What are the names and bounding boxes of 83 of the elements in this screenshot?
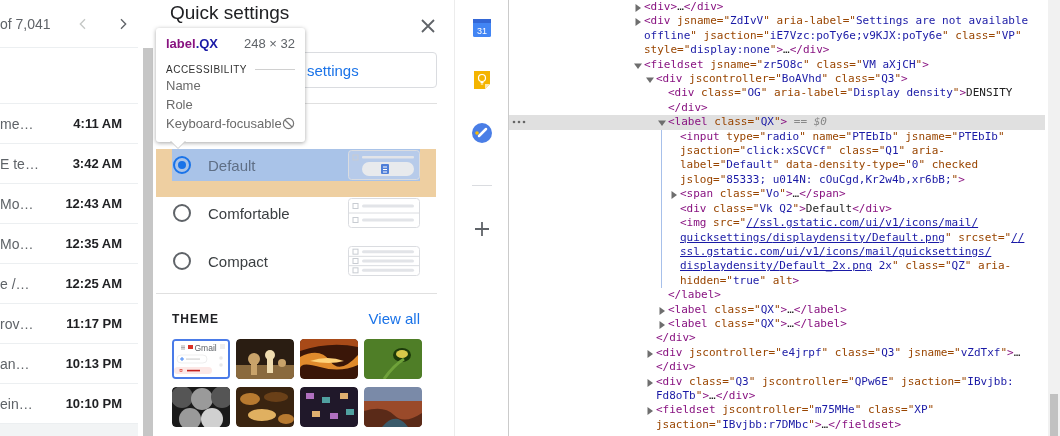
collapsed-triangle-icon[interactable] bbox=[646, 349, 654, 358]
code-line: <fieldset jscontroller="m75MHe" class="XP" jsaction="IBvjbb:r7DMbc">…</fieldset> bbox=[656, 403, 936, 433]
expanded-triangle-icon[interactable] bbox=[646, 76, 654, 85]
radio-button[interactable] bbox=[173, 252, 191, 270]
code-line: <label class="QX">…</label> bbox=[668, 316, 848, 332]
collapsed-triangle-icon[interactable] bbox=[634, 4, 642, 12]
tasks-icon[interactable] bbox=[471, 123, 492, 143]
email-row[interactable]: me… 4:11 AM bbox=[0, 104, 138, 144]
element-size: 248 × 32 bbox=[244, 35, 295, 51]
email-row[interactable]: Mo… 12:43 AM bbox=[0, 184, 138, 224]
email-row[interactable]: E te… 3:42 AM bbox=[0, 144, 138, 184]
not-allowed-icon bbox=[281, 117, 295, 130]
collapsed-triangle-icon[interactable] bbox=[670, 191, 678, 200]
email-snippet: me… bbox=[0, 115, 34, 132]
email-time: 10:10 PM bbox=[65, 396, 122, 411]
property-label: Keyboard-focusable bbox=[166, 115, 282, 133]
density-option[interactable]: Compact bbox=[172, 245, 420, 277]
code-line: <div>…</div> bbox=[644, 0, 725, 15]
add-button[interactable] bbox=[474, 222, 489, 236]
collapsed-triangle-icon[interactable] bbox=[646, 378, 654, 387]
collapsed-triangle-icon[interactable] bbox=[658, 320, 666, 329]
collapsed-triangle-icon[interactable] bbox=[658, 306, 666, 315]
close-button[interactable] bbox=[420, 18, 436, 34]
page-count: of 7,041 bbox=[0, 15, 51, 32]
close-icon bbox=[420, 18, 436, 34]
email-snippet: ein… bbox=[0, 395, 33, 412]
density-label: Comfortable bbox=[208, 204, 290, 222]
email-snippet: an… bbox=[0, 355, 30, 372]
code-line: <div jsname="ZdIvV" aria-label="Settings are not available offline" jsaction="iE7Vzc:poTy6e;v9KJX:poTy6e" class="VP" style="display:none">…</div> bbox=[644, 14, 1030, 58]
code-line: </div> bbox=[656, 331, 697, 346]
density-label: Compact bbox=[208, 252, 269, 270]
density-preview-icon bbox=[348, 198, 420, 228]
calendar-icon[interactable]: 31 bbox=[472, 19, 491, 37]
radio-button[interactable] bbox=[173, 204, 191, 222]
code-line: <span class="Vo">…</span> bbox=[680, 187, 847, 202]
email-snippet: e /… bbox=[0, 275, 30, 292]
scrollbar[interactable] bbox=[143, 48, 153, 436]
email-time: 4:11 AM bbox=[73, 116, 122, 131]
code-line: <div class="Vk Q2">Default</div> bbox=[680, 201, 893, 217]
code-line: <input type="radio" name="PTEbIb" jsname="PTEbIb" jsaction="click:xSCVCf" class="Q1" aria-label="Default" data-density-type="0" checked jslog="85333; u014N: cOuCgd,Kr2w4b,xr6bB;"> bbox=[680, 129, 1006, 188]
code-line: <label class="QX"> == $0 bbox=[668, 115, 828, 130]
element-selector: label.QX bbox=[166, 35, 219, 51]
theme-preview-drawing[interactable]: Gmail bbox=[172, 339, 230, 379]
density-preview-icon bbox=[348, 150, 420, 180]
email-snippet: Mo… bbox=[0, 195, 34, 212]
section-heading: THEME bbox=[172, 311, 219, 326]
code-line: <label class="QX">…</label> bbox=[668, 302, 848, 317]
more-icon[interactable] bbox=[512, 120, 528, 125]
code-line: </div> bbox=[668, 100, 709, 116]
density-preview-icon bbox=[348, 246, 420, 276]
code-line: <div class="Q3" jscontroller="QPw6E" jsaction="IBvjbb: Fd8oTb">…</div> bbox=[656, 374, 1015, 404]
email-time: 11:17 PM bbox=[66, 316, 122, 331]
property-label: Role bbox=[166, 96, 194, 114]
email-time: 3:42 AM bbox=[72, 156, 122, 171]
radio-button[interactable] bbox=[173, 156, 191, 174]
collapsed-triangle-icon[interactable] bbox=[646, 407, 654, 416]
email-row[interactable]: an… 10:13 PM bbox=[0, 344, 138, 384]
code-line: <fieldset jsname="zr5O8c" class="VM aXjCH"> bbox=[644, 57, 930, 73]
email-row[interactable]: e /… 12:25 AM bbox=[0, 264, 138, 304]
plus-icon bbox=[474, 222, 489, 236]
email-time: 10:13 PM bbox=[65, 356, 122, 371]
panel-title: Quick settings bbox=[170, 2, 290, 24]
expanded-triangle-icon[interactable] bbox=[658, 119, 666, 128]
scrollbar[interactable] bbox=[1048, 0, 1060, 436]
email-snippet: E te… bbox=[0, 155, 39, 172]
density-label: Default bbox=[208, 156, 256, 174]
email-snippet: Mo… bbox=[0, 235, 34, 252]
code-line: <div jscontroller="e4jrpf" class="Q3" jsname="vZdTxf">… </div> bbox=[656, 345, 1022, 375]
email-row[interactable]: Mo… 12:35 AM bbox=[0, 224, 138, 264]
email-time: 12:35 AM bbox=[65, 236, 122, 251]
selected-row[interactable]: <label class="QX"> == $0 bbox=[509, 115, 1045, 130]
code-line: <div class="OG" aria-label="Display density">DENSITY bbox=[668, 86, 1014, 101]
code-line: <img src="//ssl.gstatic.com/ui/v1/icons/mail/quicksettings/displaydensity/Default.png" srcset="//ssl.gstatic.com/ui/v1/icons/mail/quicksettings/displaydensity/Default_2x.png 2x" class="QZ" aria-hidden="true" alt> bbox=[680, 216, 1026, 289]
code-line: </label> bbox=[668, 288, 722, 303]
code-line: <div jscontroller="BoAVhd" class="Q3"> bbox=[656, 72, 909, 87]
email-row[interactable]: rov… 11:17 PM bbox=[0, 304, 138, 344]
expanded-triangle-icon[interactable] bbox=[634, 61, 642, 70]
email-time: 12:43 AM bbox=[65, 196, 122, 211]
density-option[interactable]: Comfortable bbox=[172, 197, 420, 229]
collapsed-triangle-icon[interactable] bbox=[634, 18, 642, 27]
email-time: 12:25 AM bbox=[65, 276, 122, 291]
view-all-link[interactable]: View all bbox=[368, 310, 420, 327]
email-snippet: rov… bbox=[0, 315, 34, 332]
